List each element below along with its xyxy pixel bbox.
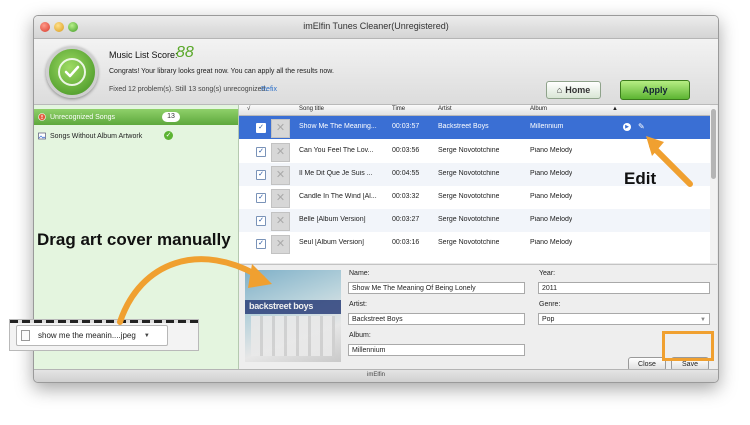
edit-annotation: Edit [624, 169, 657, 188]
drag-arrow [117, 256, 265, 325]
drag-cover-annotation: Drag art cover manually [37, 230, 231, 249]
drag-arrow-head [248, 264, 272, 288]
annotation-arrows [117, 136, 693, 325]
edit-arrow [649, 143, 693, 187]
